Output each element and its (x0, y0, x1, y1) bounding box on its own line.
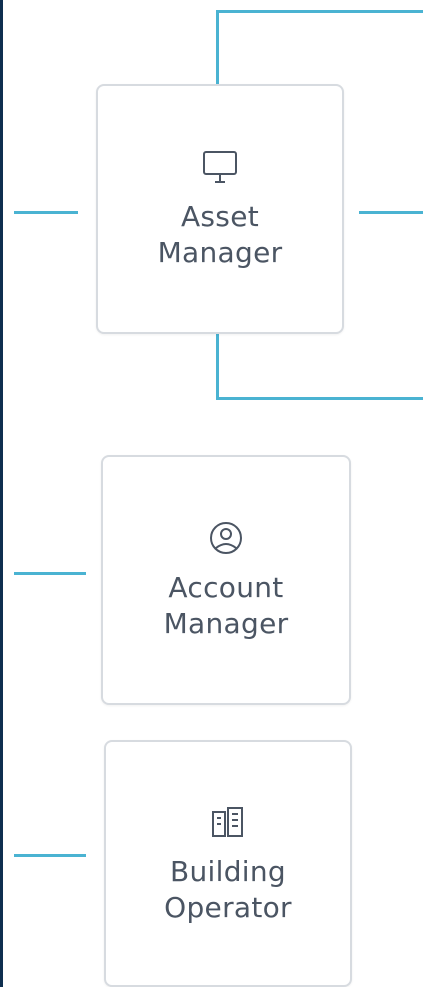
connector-account-left (14, 572, 86, 575)
user-circle-icon (206, 518, 246, 558)
connector-building-left (14, 854, 86, 857)
connector-top-horizontal (216, 10, 423, 13)
account-manager-card[interactable]: Account Manager (101, 455, 351, 705)
monitor-icon (200, 147, 240, 187)
building-icon (208, 802, 248, 842)
connector-asset-right (359, 211, 423, 214)
account-manager-label: Account Manager (163, 571, 289, 640)
connector-asset-left (14, 211, 78, 214)
connector-asset-bottom-vertical (216, 334, 219, 400)
building-operator-card[interactable]: Building Operator (104, 740, 352, 987)
asset-manager-label: Asset Manager (157, 200, 283, 269)
org-diagram-page: { "colors": { "connector": "#4ab3d2", "c… (0, 0, 423, 987)
asset-manager-card[interactable]: Asset Manager (96, 84, 344, 334)
connector-asset-bottom-horizontal (216, 397, 423, 400)
connector-top-vertical (216, 10, 219, 84)
left-vertical-rule (0, 0, 14, 987)
building-operator-label: Building Operator (164, 854, 292, 924)
